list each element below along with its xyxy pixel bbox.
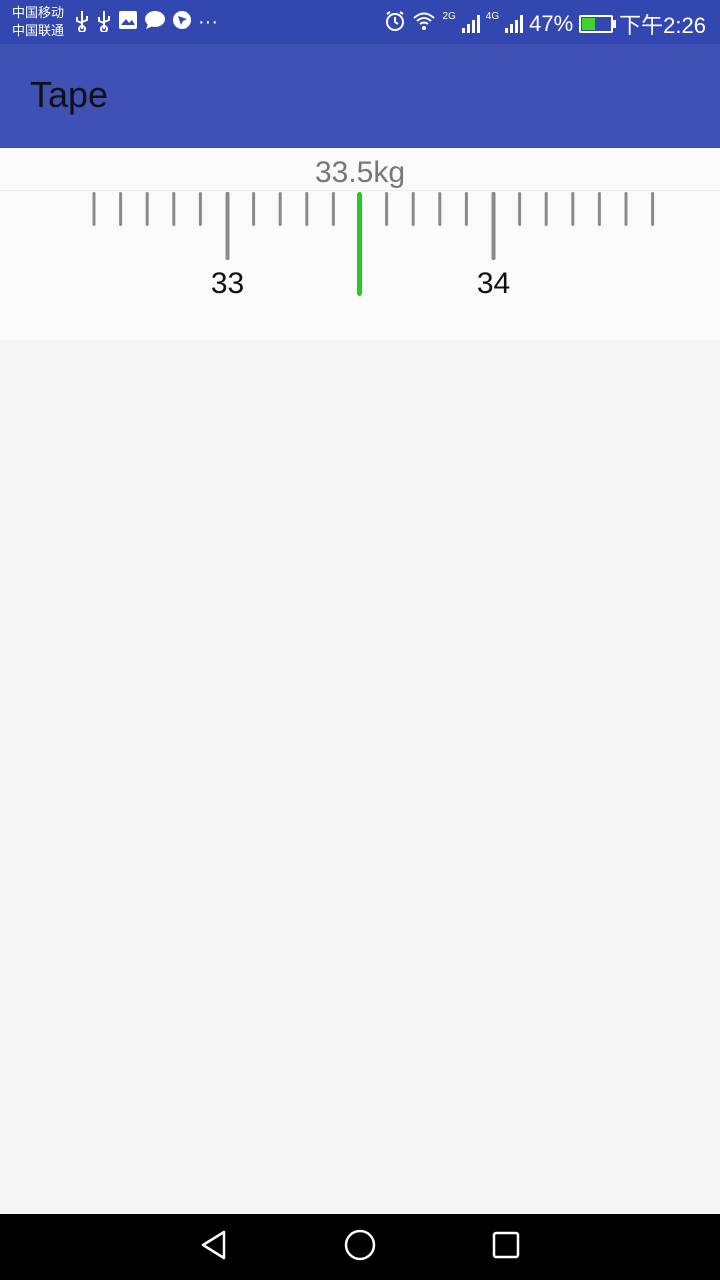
value-indicator: [357, 192, 362, 296]
minor-tick: [119, 192, 123, 226]
clock: 下午2:26: [619, 13, 706, 38]
back-icon: [199, 1229, 229, 1266]
minor-tick: [252, 192, 256, 226]
back-button[interactable]: [174, 1214, 254, 1280]
navigation-bar: [0, 1214, 720, 1280]
minor-tick: [544, 192, 548, 226]
current-value-label: 33.5kg: [315, 156, 405, 189]
major-tick-label: 33: [211, 267, 244, 300]
minor-tick: [278, 192, 282, 226]
recents-icon: [491, 1230, 521, 1265]
home-icon: [343, 1228, 377, 1267]
minor-tick: [411, 192, 415, 226]
usb-icon: [96, 10, 112, 38]
minor-tick: [145, 192, 149, 226]
minor-tick: [571, 192, 575, 226]
location-icon: [172, 10, 192, 38]
notification-icons: ···: [74, 10, 218, 38]
alarm-icon: [384, 10, 406, 38]
minor-tick: [331, 192, 335, 226]
signal-icon: [461, 15, 480, 33]
minor-tick: [624, 192, 628, 226]
minor-tick: [172, 192, 176, 226]
wifi-icon: [412, 11, 436, 37]
carrier-2: 中国联通: [12, 23, 65, 38]
minor-tick: [385, 192, 389, 226]
message-icon: [144, 10, 166, 38]
ruler-baseline: [0, 190, 720, 191]
carrier-info: 中国移动 中国联通: [12, 4, 64, 40]
gallery-icon: [118, 10, 138, 38]
battery-icon: [579, 15, 617, 33]
major-tick: [225, 192, 230, 260]
major-tick-label: 34: [477, 267, 510, 300]
status-bar: 中国移动 中国联通 ··· 2G 4G 47% 下午2:26: [0, 0, 720, 44]
network-4g-label: 4G: [485, 10, 500, 22]
app-title: Tape: [30, 74, 109, 115]
signal-icon: [505, 15, 524, 33]
minor-tick: [198, 192, 202, 226]
recents-button[interactable]: [466, 1214, 546, 1280]
minor-tick: [92, 192, 96, 226]
minor-tick: [651, 192, 655, 226]
major-tick: [491, 192, 496, 260]
carrier-1: 中国移动: [12, 5, 65, 20]
network-2g-label: 2G: [442, 10, 456, 22]
battery-percent: 47%: [529, 11, 574, 36]
more-notifications: ···: [198, 11, 218, 33]
tape-ruler[interactable]: 33.5kg 33 34: [0, 148, 720, 340]
minor-tick: [597, 192, 601, 226]
minor-tick: [438, 192, 442, 226]
minor-tick: [305, 192, 309, 226]
home-button[interactable]: [320, 1214, 400, 1280]
usb-icon: [74, 10, 90, 38]
minor-tick: [464, 192, 468, 226]
ruler-ticks: [92, 192, 655, 260]
minor-tick: [518, 192, 522, 226]
tape-ruler-canvas[interactable]: 33.5kg 33 34: [0, 148, 720, 340]
status-right: 2G 4G 47% 下午2:26: [384, 8, 706, 40]
app-bar: Tape: [0, 44, 720, 148]
